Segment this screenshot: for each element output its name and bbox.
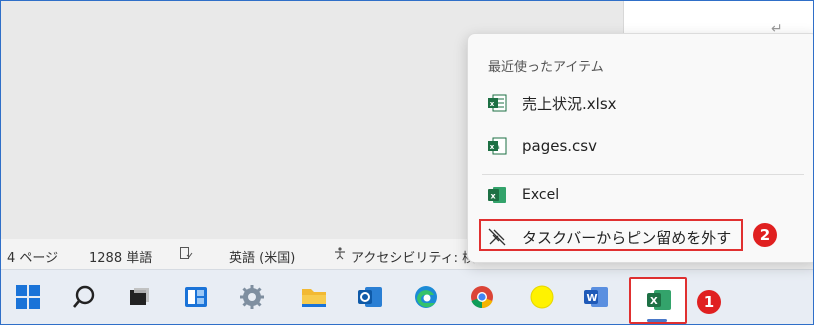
screen: ↵ 4 ページ 1288 単語 英語 (米国) アクセシビリティ: 検討が必要で… (0, 0, 814, 325)
yellow-app-icon[interactable] (527, 282, 557, 312)
recent-items-header: 最近使ったアイテム (488, 60, 604, 75)
svg-text:x: x (490, 100, 495, 108)
excel-icon[interactable]: X (645, 287, 673, 317)
word-count[interactable]: 1288 単語 (89, 247, 152, 266)
recent-item-label: 売上状況.xlsx (522, 94, 617, 113)
step-badge-2: 2 (753, 223, 777, 247)
svg-text:X: X (650, 296, 658, 307)
page-count[interactable]: 4 ページ (7, 247, 58, 266)
task-view-icon[interactable] (125, 282, 155, 312)
chrome-icon[interactable] (467, 282, 497, 312)
menu-divider (482, 174, 804, 175)
taskbar: W (1, 269, 813, 324)
language-status[interactable]: 英語 (米国) (229, 247, 295, 266)
step-badge-1: 1 (697, 290, 721, 314)
accessibility-icon[interactable] (333, 246, 347, 264)
running-indicator (647, 319, 667, 322)
svg-text:x: x (491, 192, 497, 201)
widgets-icon[interactable] (181, 282, 211, 312)
settings-icon[interactable] (237, 282, 267, 312)
csv-file-icon: ax (486, 135, 508, 157)
outlook-icon[interactable] (355, 282, 385, 312)
svg-text:x: x (490, 143, 495, 151)
app-label: Excel (522, 187, 560, 203)
proofing-icon[interactable] (179, 246, 193, 264)
excel-icon: x (486, 184, 508, 206)
svg-text:W: W (587, 293, 598, 304)
edge-icon[interactable] (411, 282, 441, 312)
recent-item-pages-csv[interactable]: ax pages.csv (482, 129, 812, 163)
excel-file-icon: x (486, 92, 508, 114)
excel-taskbar-button[interactable]: X (629, 277, 687, 324)
word-icon[interactable]: W (581, 282, 611, 312)
file-explorer-icon[interactable] (299, 282, 329, 312)
unpin-highlight-box (479, 219, 743, 251)
search-icon[interactable] (69, 282, 99, 312)
start-icon[interactable] (13, 282, 43, 312)
open-excel-item[interactable]: x Excel (482, 178, 812, 212)
recent-item-label: pages.csv (522, 137, 597, 155)
recent-item-sales-xlsx[interactable]: x 売上状況.xlsx (482, 86, 812, 120)
